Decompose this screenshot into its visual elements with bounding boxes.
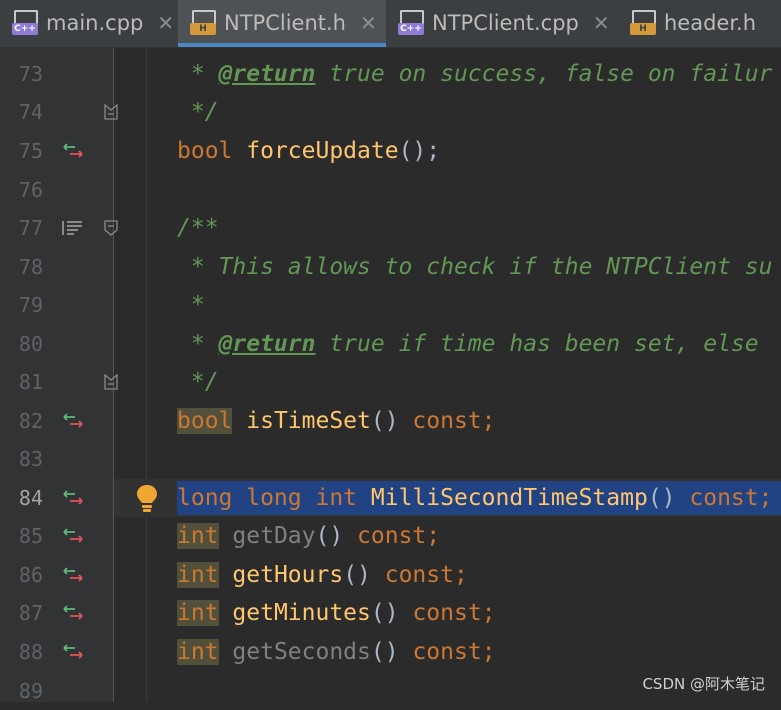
go-to-implementation-icon[interactable] [62, 143, 84, 159]
code-text: long long int MilliSecondTimeStamp() con… [177, 485, 773, 511]
go-to-implementation-icon[interactable] [62, 567, 84, 583]
code-text: * @return true if time has been set, els… [177, 331, 773, 357]
current-code-line[interactable]: 84 long long int MilliSecondTimeStamp() … [0, 479, 781, 517]
code-text: * [177, 292, 205, 318]
code-line[interactable]: 87 int getMinutes() const; [0, 594, 781, 632]
code-text: * This allows to check if the NTPClient … [177, 254, 773, 280]
line-number: 77 [18, 216, 43, 240]
tab-label: main.cpp [46, 11, 144, 35]
fold-marker-icon[interactable] [104, 104, 118, 120]
code-line[interactable]: 82 bool isTimeSet() const; [0, 402, 781, 440]
code-line[interactable]: 81 */ [0, 363, 781, 401]
code-line[interactable]: 79 * [0, 286, 781, 324]
code-text: */ [177, 99, 219, 125]
line-number: 73 [18, 62, 43, 86]
tab-ntpclient-cpp[interactable]: C++ NTPClient.cpp ✕ [386, 0, 616, 46]
line-number: 87 [18, 601, 43, 625]
intention-bulb-icon[interactable] [135, 483, 159, 513]
line-number: 81 [18, 370, 43, 394]
render-doc-icon[interactable] [62, 220, 84, 236]
go-to-implementation-icon[interactable] [62, 528, 84, 544]
line-number: 79 [18, 293, 43, 317]
code-line[interactable]: 76 [0, 171, 781, 209]
tab-ntpclient-h[interactable]: H NTPClient.h ✕ [178, 0, 386, 47]
line-number: 85 [18, 524, 43, 548]
fold-marker-icon[interactable] [104, 220, 118, 236]
code-text: bool forceUpdate(); [177, 138, 441, 164]
code-text: int getMinutes() const; [177, 600, 496, 626]
go-to-implementation-icon[interactable] [62, 490, 84, 506]
code-editor[interactable]: 73 * @return true on success, false on f… [0, 48, 781, 703]
line-number: 75 [18, 139, 43, 163]
tab-main-cpp[interactable]: C++ main.cpp ✕ [0, 0, 178, 46]
code-text: int getSeconds() const; [177, 639, 496, 665]
line-number: 84 [18, 486, 43, 510]
go-to-implementation-icon[interactable] [62, 605, 84, 621]
code-text: int getHours() const; [177, 562, 468, 588]
fold-marker-icon[interactable] [104, 374, 118, 390]
code-line[interactable]: 73 * @return true on success, false on f… [0, 55, 781, 93]
tab-label: header.h [664, 11, 757, 35]
header-file-icon: H [190, 10, 216, 36]
close-icon[interactable]: ✕ [360, 11, 377, 35]
cpp-file-icon: C++ [12, 10, 38, 36]
tab-label: NTPClient.cpp [432, 11, 579, 35]
code-line[interactable]: 74 */ [0, 93, 781, 131]
line-number: 78 [18, 255, 43, 279]
close-icon[interactable]: ✕ [157, 11, 174, 35]
line-number: 74 [18, 100, 43, 124]
line-number: 80 [18, 332, 43, 356]
code-line[interactable]: 83 [0, 440, 781, 478]
code-text: /** [177, 215, 219, 241]
code-text: int getDay() const; [177, 523, 441, 549]
go-to-implementation-icon[interactable] [62, 413, 84, 429]
editor-tab-bar: C++ main.cpp ✕ H NTPClient.h ✕ C++ NTPCl… [0, 0, 781, 48]
line-number: 83 [18, 447, 43, 471]
tab-header-h[interactable]: H header.h [618, 0, 781, 46]
line-number: 88 [18, 640, 43, 664]
header-file-icon: H [630, 10, 656, 36]
close-icon[interactable]: ✕ [593, 11, 610, 35]
code-line[interactable]: 75 bool forceUpdate(); [0, 132, 781, 170]
code-line[interactable]: 86 int getHours() const; [0, 556, 781, 594]
watermark: CSDN @阿木笔记 [642, 675, 765, 693]
code-line[interactable]: 85 int getDay() const; [0, 517, 781, 555]
code-text: bool isTimeSet() const; [177, 408, 496, 434]
code-line[interactable]: 77 /** [0, 209, 781, 247]
code-line[interactable]: 88 int getSeconds() const; [0, 633, 781, 671]
tab-label: NTPClient.h [224, 11, 346, 35]
go-to-implementation-icon[interactable] [62, 644, 84, 660]
line-number: 89 [18, 679, 43, 703]
code-line[interactable]: 78 * This allows to check if the NTPClie… [0, 248, 781, 286]
code-line[interactable]: 80 * @return true if time has been set, … [0, 325, 781, 363]
line-number: 82 [18, 409, 43, 433]
line-number: 86 [18, 563, 43, 587]
code-text: * @return true on success, false on fail… [177, 61, 773, 87]
line-number: 76 [18, 178, 43, 202]
cpp-file-icon: C++ [398, 10, 424, 36]
code-text: */ [177, 369, 219, 395]
